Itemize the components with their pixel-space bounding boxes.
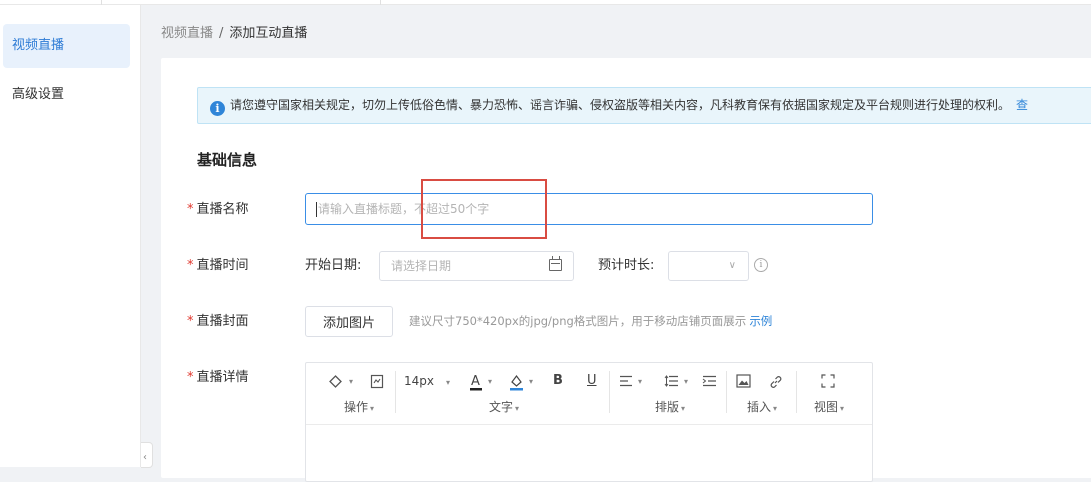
- line-spacing-icon[interactable]: [664, 375, 679, 387]
- field-label-live-cover: * 直播封面: [187, 314, 249, 329]
- toolbar-group-layout[interactable]: 排版 ▾: [655, 399, 685, 417]
- toolbar-group-view[interactable]: 视图 ▾: [814, 399, 844, 417]
- toolbar-group-insert[interactable]: 插入 ▾: [747, 399, 777, 417]
- required-mark: *: [187, 258, 194, 273]
- breadcrumb-parent-link[interactable]: 视频直播: [161, 26, 213, 41]
- image-icon[interactable]: [736, 374, 751, 388]
- toolbar-group-text[interactable]: 文字 ▾: [489, 399, 519, 417]
- align-dropdown[interactable]: ▾: [635, 372, 642, 390]
- chevron-left-icon: ‹: [143, 452, 147, 463]
- font-color-dropdown[interactable]: ▾: [485, 372, 492, 390]
- start-date-picker[interactable]: 请选择日期: [379, 251, 574, 281]
- sidebar-item-live-video[interactable]: 视频直播: [3, 24, 130, 68]
- breadcrumb-current: 添加互动直播: [229, 26, 308, 41]
- calendar-icon: [549, 256, 562, 271]
- required-mark: *: [187, 202, 194, 217]
- indent-icon[interactable]: [702, 375, 717, 387]
- top-tab-segment: [102, 0, 381, 5]
- clear-format-icon[interactable]: [328, 374, 343, 389]
- notice-link[interactable]: 查: [1016, 98, 1028, 112]
- date-placeholder: 请选择日期: [391, 259, 452, 273]
- chevron-down-icon: ∨: [728, 260, 736, 271]
- document-icon[interactable]: [370, 374, 384, 389]
- toolbar-separator: [726, 371, 727, 413]
- field-label-live-name: * 直播名称: [187, 202, 249, 217]
- required-mark: *: [187, 370, 194, 385]
- cover-size-hint: 建议尺寸750*420px的jpg/png格式图片，用于移动店铺页面展示 示例: [409, 314, 773, 328]
- example-link[interactable]: 示例: [749, 314, 772, 328]
- live-title-input[interactable]: [305, 193, 873, 225]
- toolbar-separator: [796, 371, 797, 413]
- link-icon[interactable]: [768, 374, 784, 390]
- help-icon[interactable]: i: [754, 258, 768, 272]
- highlight-color-dropdown[interactable]: ▾: [526, 372, 533, 390]
- sidebar: 视频直播 高级设置: [0, 5, 141, 467]
- svg-text:A: A: [471, 374, 480, 389]
- section-title-basic-info: 基础信息: [197, 151, 258, 169]
- info-icon: i: [210, 101, 225, 116]
- font-size-select[interactable]: 14px ▾: [404, 373, 450, 391]
- field-label-live-detail: * 直播详情: [187, 370, 249, 385]
- font-color-icon[interactable]: A: [469, 373, 483, 391]
- toolbar-separator: [395, 371, 396, 413]
- fullscreen-icon[interactable]: [821, 374, 835, 388]
- field-label-live-time: * 直播时间: [187, 258, 249, 273]
- line-spacing-dropdown[interactable]: ▾: [681, 372, 688, 390]
- required-mark: *: [187, 314, 194, 329]
- add-image-button[interactable]: 添加图片: [305, 306, 393, 337]
- breadcrumb-separator: /: [219, 26, 224, 41]
- toolbar-group-operations[interactable]: 操作 ▾: [344, 399, 374, 417]
- rich-text-editor[interactable]: ▾ 操作 ▾ 14px ▾ A ▾ ▾ B U 文字 ▾ ▾ ▾ 排版 ▾ 插入 ▾ 视图…: [305, 362, 873, 482]
- align-icon[interactable]: [619, 375, 633, 387]
- bold-button[interactable]: B: [553, 373, 563, 389]
- sidebar-item-advanced-settings[interactable]: 高级设置: [3, 73, 130, 117]
- notice-text: 请您遵守国家相关规定，切勿上传低俗色情、暴力恐怖、谣言诈骗、侵权盗版等相关内容，…: [230, 98, 1011, 112]
- breadcrumb: 视频直播 / 添加互动直播: [161, 26, 307, 42]
- highlight-color-icon[interactable]: [509, 373, 524, 391]
- text-caret: [316, 202, 317, 217]
- editor-toolbar: ▾ 操作 ▾ 14px ▾ A ▾ ▾ B U 文字 ▾ ▾ ▾ 排版 ▾ 插入 ▾ 视图…: [306, 363, 872, 425]
- top-tab-strip: [0, 0, 1091, 5]
- toolbar-separator: [609, 371, 610, 413]
- clear-format-dropdown[interactable]: ▾: [346, 372, 353, 390]
- duration-label: 预计时长:: [598, 258, 655, 273]
- sidebar-collapse-toggle[interactable]: ‹: [141, 442, 153, 468]
- underline-button[interactable]: U: [587, 373, 597, 389]
- compliance-notice: i 请您遵守国家相关规定，切勿上传低俗色情、暴力恐怖、谣言诈骗、侵权盗版等相关内容…: [197, 87, 1091, 124]
- start-date-label: 开始日期:: [305, 258, 362, 273]
- duration-select[interactable]: ∨: [668, 251, 749, 281]
